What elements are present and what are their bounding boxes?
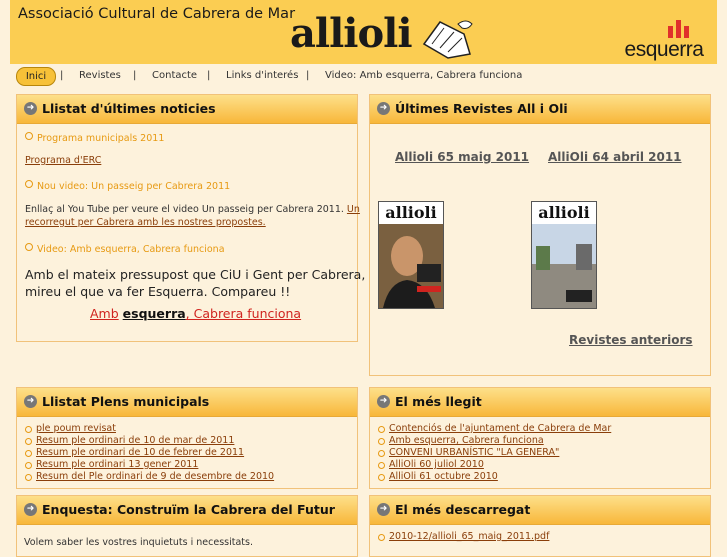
news-item-text: mireu el que va fer Esquerra. Compareu !… (25, 284, 291, 299)
plens-list: ple poum revisat Resum ple ordinari de 1… (23, 423, 274, 483)
street-photo-image (532, 224, 596, 308)
news-link-programa[interactable]: Programa d'ERC (25, 155, 101, 166)
nav-item-revistes[interactable]: Revistes (79, 70, 121, 81)
plens-panel: ➜ Llistat Plens municipals ple poum revi… (16, 387, 358, 489)
news-item-text: Enllaç al You Tube per veure el video Un… (25, 204, 360, 215)
enquesta-panel-title: Enquesta: Construïm la Cabrera del Futur (42, 502, 335, 517)
older-issues-link[interactable]: Revistes anteriors (569, 333, 693, 347)
news-link-recorregut[interactable]: recorregut per Cabrera amb les nostres p… (25, 217, 266, 228)
bullet-icon (25, 180, 33, 188)
arrow-circle-icon: ➜ (377, 395, 390, 408)
mes-llegit-list: Contenciós de l'ajuntament de Cabrera de… (376, 423, 611, 483)
news-item-title[interactable]: Programa municipals 2011 (25, 132, 164, 144)
enquesta-panel: ➜ Enquesta: Construïm la Cabrera del Fut… (16, 495, 358, 557)
news-panel-title: Llistat d'últimes noticies (42, 101, 216, 116)
arrow-circle-icon: ➜ (24, 102, 37, 115)
news-item-text: Amb el mateix pressupost que CiU i Gent … (25, 267, 366, 282)
nav-separator: | (60, 70, 64, 81)
mes-llegit-panel: ➜ El més llegit Contenciós de l'ajuntame… (369, 387, 711, 489)
list-item[interactable]: Resum ple ordinari 13 gener 2011 (23, 459, 274, 471)
issue-link-64[interactable]: AlliOli 64 abril 2011 (548, 150, 682, 164)
list-item[interactable]: Contenciós de l'ajuntament de Cabrera de… (376, 423, 611, 435)
portrait-image (379, 224, 443, 308)
nav-item-inici[interactable]: Inici (16, 67, 56, 86)
mes-descarregat-panel-title: El més descarregat (395, 502, 531, 517)
news-item-title[interactable]: Nou video: Un passeig per Cabrera 2011 (25, 180, 230, 192)
video-link[interactable]: Amb esquerra, Cabrera funciona (90, 306, 301, 321)
arrow-circle-icon: ➜ (24, 395, 37, 408)
news-link-recorregut[interactable]: Un (347, 204, 360, 215)
revistes-panel: ➜ Últimes Revistes All i Oli Allioli 65 … (369, 94, 711, 376)
cover-image-65[interactable]: allioli (378, 201, 444, 309)
arrow-circle-icon: ➜ (24, 503, 37, 516)
esquerra-logo[interactable]: esquerra (616, 16, 712, 62)
bullet-icon (25, 243, 33, 251)
site-header: Associació Cultural de Cabrera de Mar al… (10, 0, 717, 64)
news-item-title[interactable]: Video: Amb esquerra, Cabrera funciona (25, 243, 225, 255)
nav-separator: | (207, 70, 211, 81)
mes-llegit-panel-header: ➜ El més llegit (370, 388, 710, 417)
enquesta-panel-header: ➜ Enquesta: Construïm la Cabrera del Fut… (17, 496, 357, 525)
esquerra-wordmark: esquerra (624, 38, 704, 61)
news-panel-header: ➜ Llistat d'últimes noticies (17, 95, 357, 124)
list-item[interactable]: ple poum revisat (23, 423, 274, 435)
list-item[interactable]: AlliOli 60 juliol 2010 (376, 459, 611, 471)
cover-masthead: allioli (532, 202, 596, 224)
mes-descarregat-panel: ➜ El més descarregat 2010-12/allioli_65_… (369, 495, 711, 557)
list-item[interactable]: Resum ple ordinari de 10 de febrer de 20… (23, 447, 274, 459)
plens-panel-header: ➜ Llistat Plens municipals (17, 388, 357, 417)
list-item[interactable]: AlliOli 61 octubre 2010 (376, 471, 611, 483)
top-nav: Inici | Revistes | Contacte | Links d'in… (14, 65, 714, 87)
nav-separator: | (133, 70, 137, 81)
list-item[interactable]: CONVENI URBANÍSTIC "LA GENERA" (376, 447, 611, 459)
list-item[interactable]: Resum del Ple ordinari de 9 de desembre … (23, 471, 274, 483)
esquerra-bars-icon (668, 20, 689, 38)
arrow-circle-icon: ➜ (377, 503, 390, 516)
issue-link-65[interactable]: Allioli 65 maig 2011 (395, 150, 529, 164)
list-item[interactable]: Resum ple ordinari de 10 de mar de 2011 (23, 435, 274, 447)
nav-separator: | (306, 70, 310, 81)
nav-item-links[interactable]: Links d'interés (226, 70, 298, 81)
garlic-icon (422, 20, 473, 59)
plens-panel-title: Llistat Plens municipals (42, 394, 210, 409)
nav-item-contacte[interactable]: Contacte (152, 70, 197, 81)
mes-descarregat-panel-header: ➜ El més descarregat (370, 496, 710, 525)
arrow-circle-icon: ➜ (377, 102, 390, 115)
cover-masthead: allioli (379, 202, 443, 224)
allioli-logo[interactable]: allioli (290, 14, 413, 54)
enquesta-text: Volem saber les vostres inquietuts i nec… (24, 537, 253, 548)
site-title: Associació Cultural de Cabrera de Mar (18, 6, 296, 22)
list-item[interactable]: Amb esquerra, Cabrera funciona (376, 435, 611, 447)
news-panel: ➜ Llistat d'últimes noticies Programa mu… (16, 94, 365, 342)
cover-image-64[interactable]: allioli (531, 201, 597, 309)
bullet-icon (25, 132, 33, 140)
mes-llegit-panel-title: El més llegit (395, 394, 482, 409)
revistes-panel-header: ➜ Últimes Revistes All i Oli (370, 95, 710, 124)
list-item[interactable]: 2010-12/allioli_65_maig_2011.pdf (376, 531, 549, 543)
mes-descarregat-list: 2010-12/allioli_65_maig_2011.pdf (376, 531, 549, 543)
nav-item-video[interactable]: Video: Amb esquerra, Cabrera funciona (325, 70, 522, 81)
revistes-panel-title: Últimes Revistes All i Oli (395, 101, 568, 116)
